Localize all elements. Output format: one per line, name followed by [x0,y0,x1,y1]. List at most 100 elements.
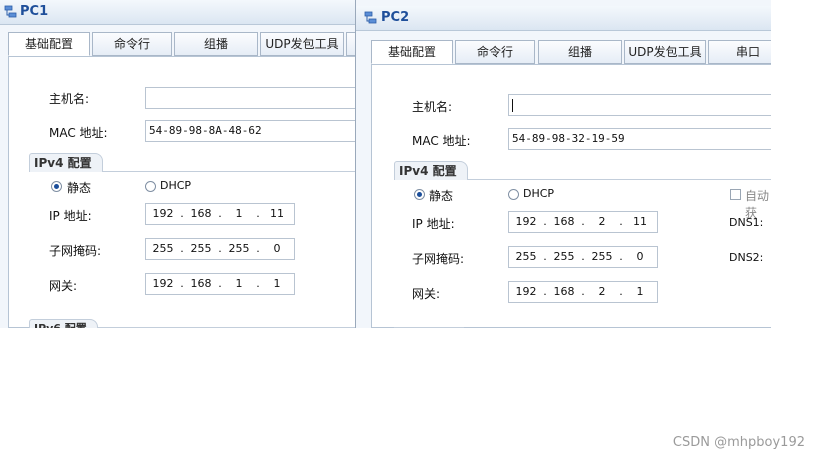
tab-serial[interactable]: 串口 [708,40,771,64]
ip-octet-3: 1 [235,207,243,220]
tab-multicast[interactable]: 组播 [538,40,622,64]
ipv4-config-label: IPv4 配置 [394,161,468,180]
ip-address-input[interactable]: 192 . 168 . 2 . 11 [508,211,658,233]
mask-dot: . [581,250,585,263]
subnet-mask-label: 子网掩码: [412,252,465,266]
ipv6-config-group: IPv6 配置 [29,319,356,328]
mask-dot: . [619,250,623,263]
gw-octet-1: 192 [515,285,537,298]
pc1-title-bar: PC1 [0,0,356,25]
ip-dot: . [581,215,585,228]
gw-octet-4: 1 [636,285,644,298]
gateway-label: 网关: [49,279,78,293]
mask-dot: . [218,242,222,255]
static-radio[interactable] [414,189,425,200]
gw-octet-3: 2 [598,285,606,298]
mask-octet-4: 0 [273,242,281,255]
mask-octet-3: 255 [228,242,250,255]
hostname-label: 主机名: [49,92,90,106]
mask-octet-4: 0 [636,250,644,263]
subnet-mask-input[interactable]: 255 . 255 . 255 . 0 [508,246,658,268]
mask-octet-1: 255 [515,250,537,263]
hostname-input[interactable] [145,87,356,109]
pc-app-icon [364,11,377,24]
tab-basic-config[interactable]: 基础配置 [8,32,90,56]
tab-command-line[interactable]: 命令行 [92,32,172,56]
gw-octet-2: 168 [553,285,575,298]
tab-command-line[interactable]: 命令行 [455,40,535,64]
mask-dot: . [543,250,547,263]
ipv4-config-group: IPv4 配置 [29,153,356,172]
dhcp-radio[interactable] [508,189,519,200]
dns1-label: DNS1: [729,216,764,229]
gw-dot: . [218,277,222,290]
pc1-title: PC1 [20,4,49,19]
mac-label: MAC 地址: [412,134,471,148]
ip-octet-1: 192 [152,207,174,220]
dhcp-label: DHCP [160,179,192,192]
mac-address-field[interactable]: 54-89-98-8A-48-62 [145,120,356,142]
ipv4-config-group: IPv4 配置 [394,161,771,180]
tab-udp-tool[interactable]: UDP发包工具 [624,40,706,64]
ip-octet-1: 192 [515,215,537,228]
pc2-title-bar: PC2 [356,6,771,31]
gateway-input[interactable]: 192 . 168 . 1 . 1 [145,273,295,295]
ip-dot: . [256,207,260,220]
ip-octet-4: 11 [270,207,284,220]
tab-multicast[interactable]: 组播 [174,32,258,56]
subnet-mask-input[interactable]: 255 . 255 . 255 . 0 [145,238,295,260]
subnet-mask-label: 子网掩码: [49,244,102,258]
gw-octet-4: 1 [273,277,281,290]
ipv6-config-label: IPv6 配置 [29,319,98,328]
pc2-basic-config-panel: 主机名: MAC 地址: 54-89-98-32-19-59 IPv4 配置 静… [371,64,771,328]
ip-octet-4: 11 [633,215,647,228]
pc1-window: PC1 基础配置 命令行 组播 UDP发包工具 主机名: MAC 地址: 54-… [0,0,356,328]
gateway-label: 网关: [412,287,441,301]
hostname-input[interactable] [508,94,771,116]
pc2-title: PC2 [381,10,410,25]
gw-dot: . [581,285,585,298]
gw-dot: . [256,277,260,290]
dhcp-radio[interactable] [145,181,156,192]
pc1-basic-config-panel: 主机名: MAC 地址: 54-89-98-8A-48-62 IPv4 配置 静… [8,56,356,328]
gw-dot: . [180,277,184,290]
auto-dns-checkbox[interactable] [730,189,741,200]
pc-app-icon [4,5,17,18]
hostname-label: 主机名: [412,100,453,114]
ip-octet-2: 168 [190,207,212,220]
pc2-window: PC2 基础配置 命令行 组播 UDP发包工具 串口 主机名: MAC 地址: … [355,0,771,328]
ip-dot: . [543,215,547,228]
ip-address-label: IP 地址: [49,209,92,223]
dhcp-label: DHCP [523,187,555,200]
ip-octet-2: 168 [553,215,575,228]
ip-dot: . [218,207,222,220]
ip-octet-3: 2 [598,215,606,228]
mask-octet-1: 255 [152,242,174,255]
static-label: 静态 [429,189,454,203]
mask-octet-2: 255 [553,250,575,263]
ipv4-config-label: IPv4 配置 [29,153,103,172]
dns2-label: DNS2: [729,251,764,264]
csdn-watermark: CSDN @mhpboy192 [672,435,805,450]
mask-dot: . [256,242,260,255]
gw-octet-2: 168 [190,277,212,290]
mac-address-field[interactable]: 54-89-98-32-19-59 [508,128,771,150]
mask-octet-3: 255 [591,250,613,263]
ip-dot: . [619,215,623,228]
gw-octet-3: 1 [235,277,243,290]
gw-dot: . [543,285,547,298]
mac-label: MAC 地址: [49,126,108,140]
ip-address-label: IP 地址: [412,217,455,231]
gw-octet-1: 192 [152,277,174,290]
mask-octet-2: 255 [190,242,212,255]
tab-basic-config[interactable]: 基础配置 [371,40,453,64]
gateway-input[interactable]: 192 . 168 . 2 . 1 [508,281,658,303]
gw-dot: . [619,285,623,298]
ip-dot: . [180,207,184,220]
static-label: 静态 [67,181,92,195]
tab-udp-tool[interactable]: UDP发包工具 [260,32,344,56]
ipv6-config-group [394,327,464,328]
static-radio[interactable] [51,181,62,192]
ip-address-input[interactable]: 192 . 168 . 1 . 11 [145,203,295,225]
mask-dot: . [180,242,184,255]
